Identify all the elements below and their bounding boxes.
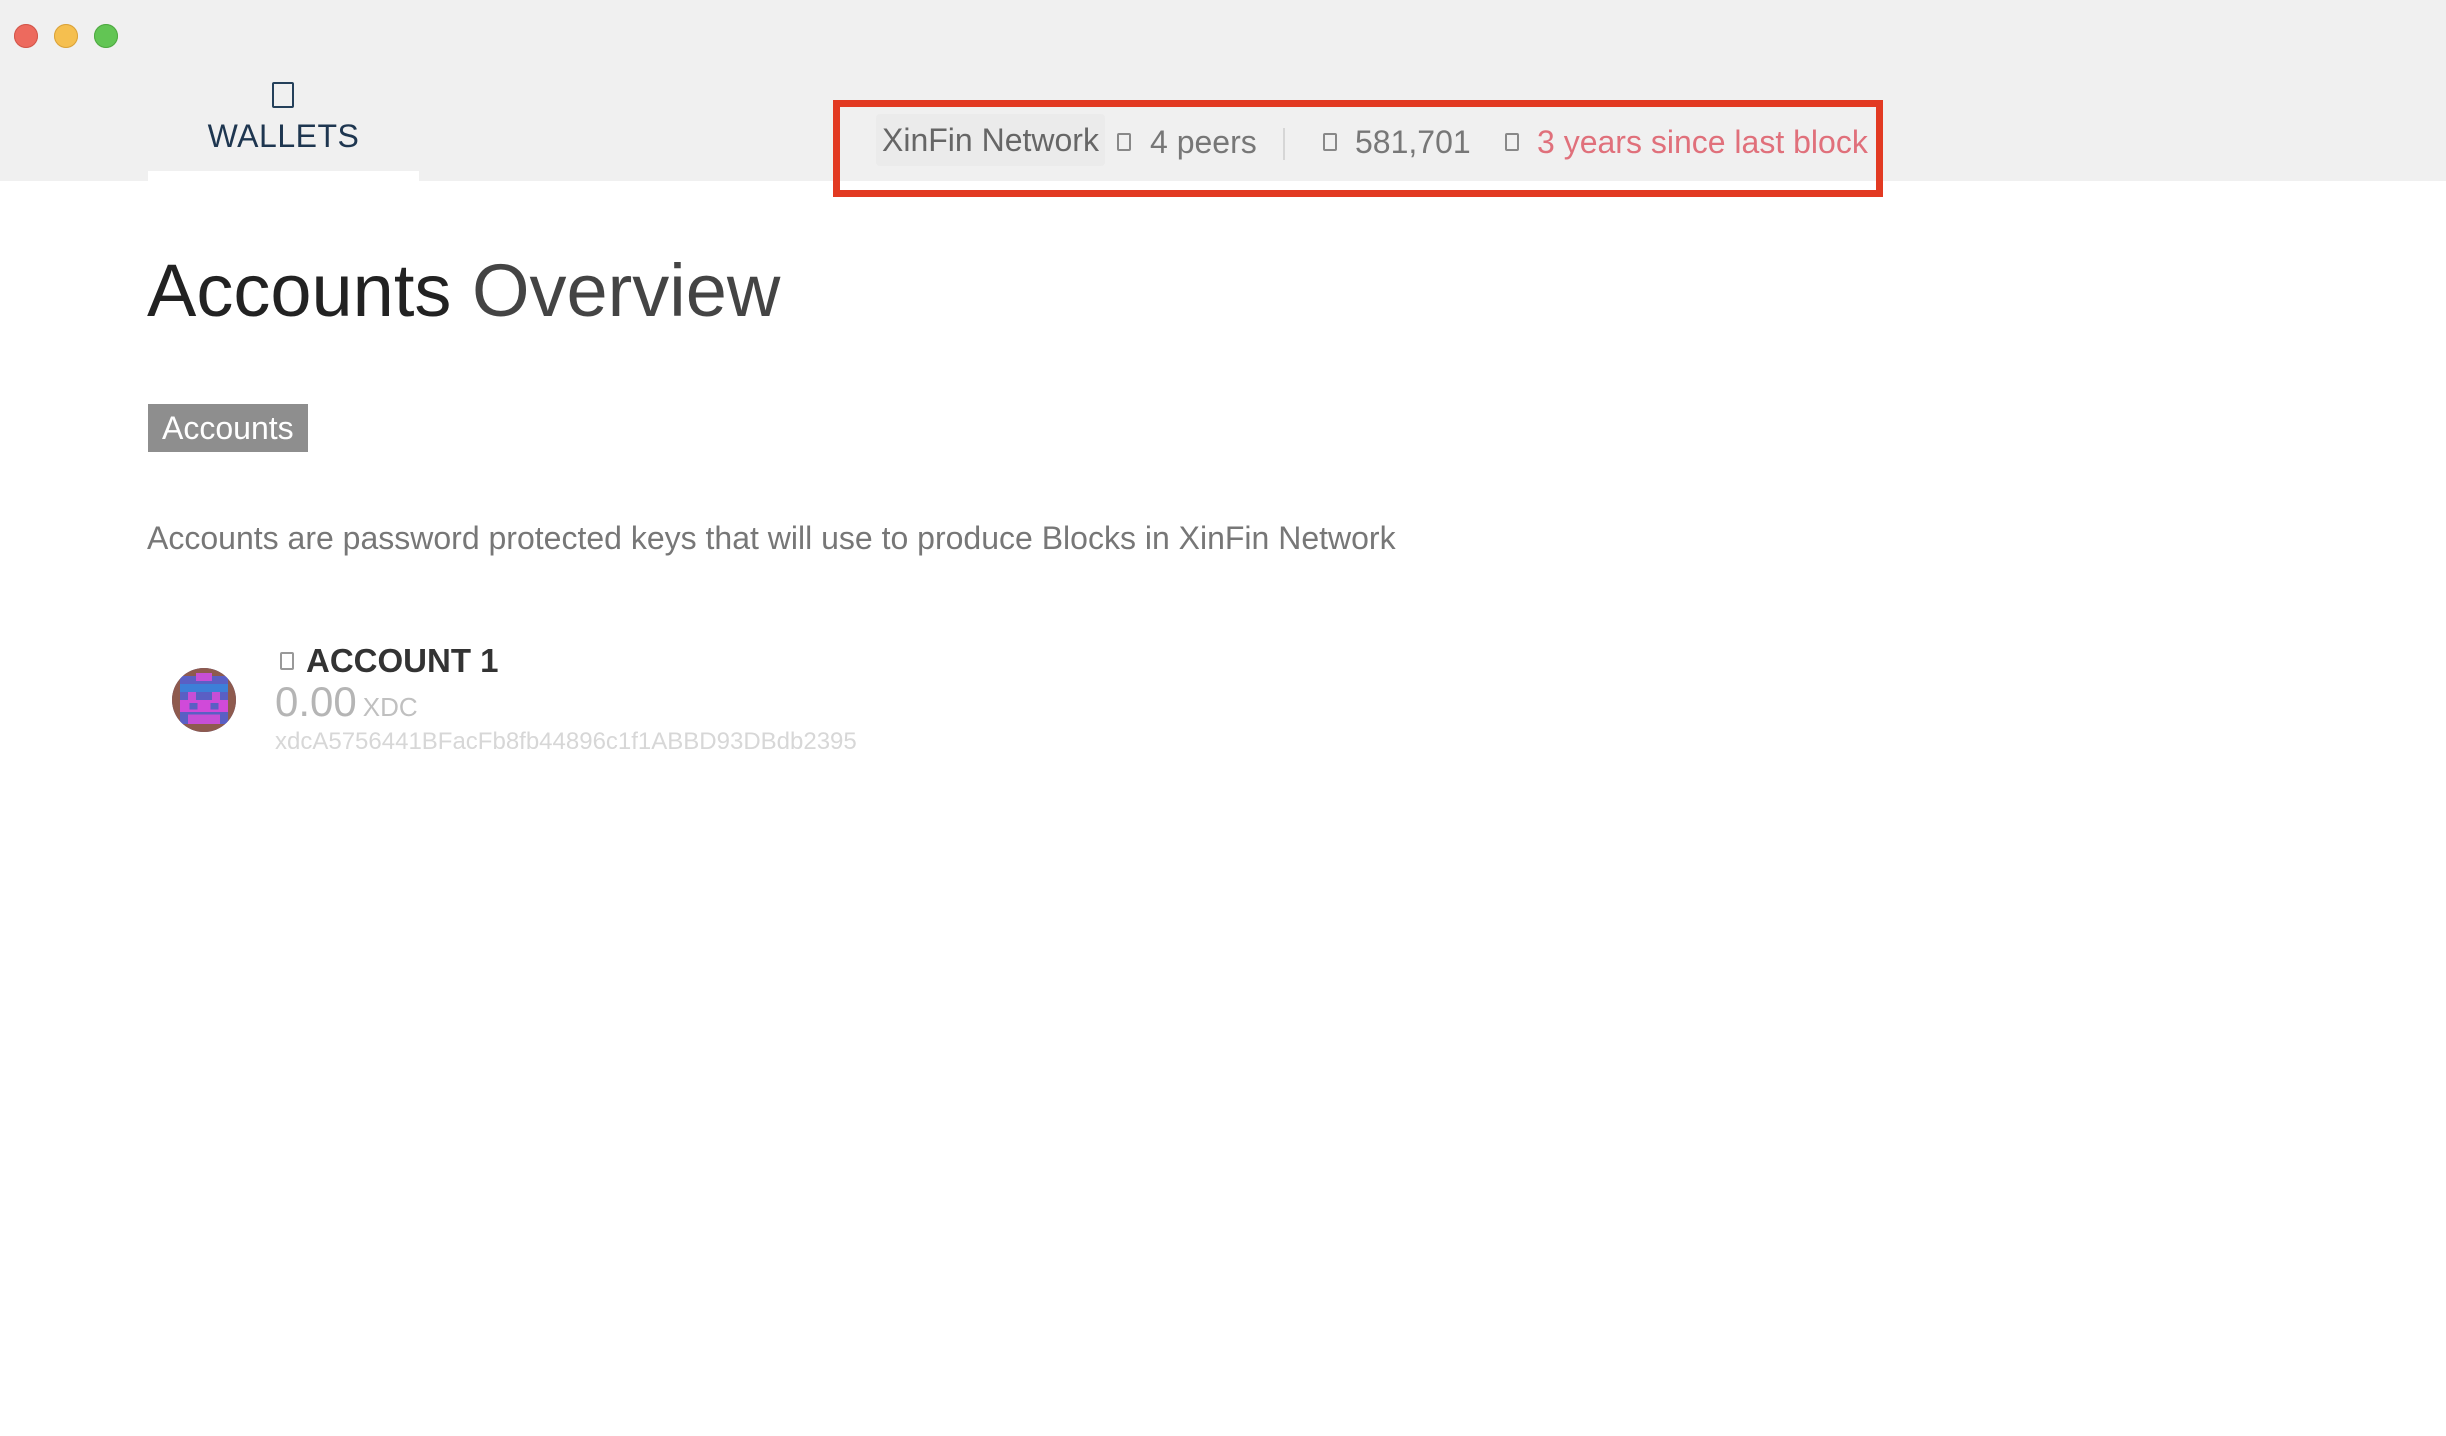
page-title-sub: Overview [471,249,781,332]
nav-tab-label: WALLETS [207,118,360,154]
last-block-time: 3 years since last block [1537,124,1868,160]
account-balance-value: 0.00 [275,678,357,725]
window-maximize-button[interactable] [94,24,118,48]
nav-tab-wallets[interactable]: WALLETS [148,72,419,181]
account-balance: 0.00 XDC [275,678,418,726]
page-title-main: Accounts [147,249,452,332]
page-title: Accounts Overview [147,248,780,333]
peer-count: 4 peers [1150,124,1257,160]
block-icon [1323,133,1337,151]
account-balance-unit: XDC [362,692,418,722]
block-number: 581,701 [1355,124,1471,160]
wallet-icon [272,82,294,108]
account-address: xdcA5756441BFacFb8fb44896c1f1ABBD93DBdb2… [275,728,857,755]
lock-icon [280,652,294,670]
account-item[interactable]: ACCOUNT 1 0.00 XDC xdcA5756441BFacFb8fb44… [168,636,888,766]
status-divider [1283,128,1285,160]
window-minimize-button[interactable] [54,24,78,48]
active-tab-indicator [148,171,419,181]
network-badge[interactable]: XinFin Network [876,114,1105,166]
account-name: ACCOUNT 1 [306,642,499,679]
clock-icon [1505,133,1519,151]
section-label-accounts: Accounts [148,404,308,452]
accounts-description: Accounts are password protected keys tha… [147,520,1396,556]
account-identicon [172,668,236,732]
window-close-button[interactable] [14,24,38,48]
peers-icon [1117,133,1131,151]
